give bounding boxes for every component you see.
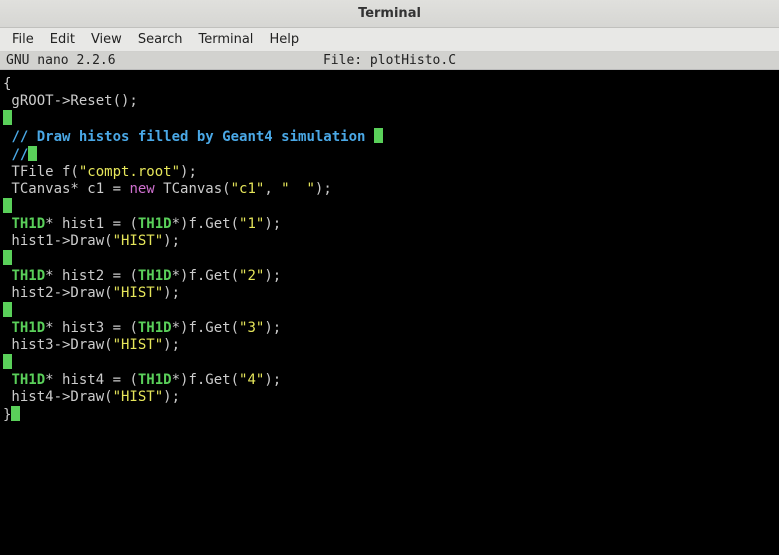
code-line: }: [2, 406, 777, 424]
code-line: {: [2, 76, 777, 93]
code-line: TH1D* hist1 = (TH1D*)f.Get("1");: [2, 216, 777, 233]
code-line: hist2->Draw("HIST");: [2, 285, 777, 302]
menu-bar: File Edit View Search Terminal Help: [0, 28, 779, 52]
code-line: [2, 110, 777, 128]
window-title: Terminal: [358, 6, 421, 21]
code-line: // Draw histos filled by Geant4 simulati…: [2, 128, 777, 146]
window-title-bar: Terminal: [0, 0, 779, 28]
menu-file[interactable]: File: [4, 30, 42, 49]
nano-status-bar: GNU nano 2.2.6 File: plotHisto.C: [0, 52, 779, 70]
code-line: gROOT->Reset();: [2, 93, 777, 110]
code-line: //: [2, 146, 777, 164]
code-line: hist1->Draw("HIST");: [2, 233, 777, 250]
menu-view[interactable]: View: [83, 30, 130, 49]
code-line: hist3->Draw("HIST");: [2, 337, 777, 354]
menu-terminal[interactable]: Terminal: [190, 30, 261, 49]
editor-area[interactable]: { gROOT->Reset(); // Draw histos filled …: [0, 70, 779, 555]
code-line: [2, 354, 777, 372]
menu-help[interactable]: Help: [261, 30, 307, 49]
nano-file-name: File: plotHisto.C: [250, 53, 530, 68]
nano-version: GNU nano 2.2.6: [0, 53, 116, 68]
menu-edit[interactable]: Edit: [42, 30, 83, 49]
code-line: TH1D* hist3 = (TH1D*)f.Get("3");: [2, 320, 777, 337]
code-line: TH1D* hist2 = (TH1D*)f.Get("2");: [2, 268, 777, 285]
code-line: [2, 302, 777, 320]
menu-search[interactable]: Search: [130, 30, 191, 49]
code-line: TFile f("compt.root");: [2, 164, 777, 181]
code-line: [2, 198, 777, 216]
code-line: [2, 250, 777, 268]
code-line: TCanvas* c1 = new TCanvas("c1", " ");: [2, 181, 777, 198]
code-line: TH1D* hist4 = (TH1D*)f.Get("4");: [2, 372, 777, 389]
code-line: hist4->Draw("HIST");: [2, 389, 777, 406]
